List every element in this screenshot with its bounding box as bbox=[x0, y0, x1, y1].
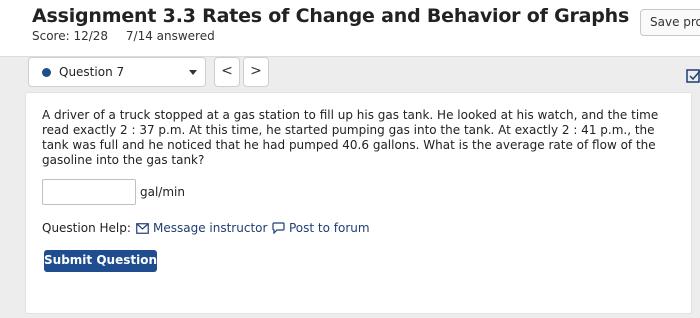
message-instructor-link[interactable]: Message instructor bbox=[136, 221, 267, 235]
question-status-dot bbox=[42, 68, 51, 77]
chevron-down-icon bbox=[189, 70, 197, 75]
answer-unit: gal/min bbox=[140, 185, 185, 199]
envelope-icon bbox=[136, 223, 149, 234]
question-text: A driver of a truck stopped at a gas sta… bbox=[42, 108, 659, 167]
post-to-forum-label: Post to forum bbox=[289, 221, 370, 235]
notepad-icon[interactable] bbox=[686, 68, 700, 84]
score-text: Score: 12/28 bbox=[32, 29, 109, 43]
save-progress-button[interactable]: Save progress bbox=[640, 9, 700, 36]
previous-question-button[interactable]: < bbox=[214, 57, 240, 87]
answered-count: 7/14 answered bbox=[125, 29, 215, 43]
question-selector[interactable]: Question 7 bbox=[28, 57, 206, 87]
speech-bubble-icon bbox=[272, 222, 285, 235]
assignment-title: Assignment 3.3 Rates of Change and Behav… bbox=[32, 5, 630, 27]
post-to-forum-link[interactable]: Post to forum bbox=[272, 221, 370, 235]
next-question-button[interactable]: > bbox=[243, 57, 269, 87]
answer-input[interactable] bbox=[42, 179, 136, 205]
score-row: Score: 12/28 7/14 answered bbox=[32, 29, 229, 43]
question-help-label: Question Help: bbox=[42, 221, 131, 235]
submit-question-button[interactable]: Submit Question bbox=[44, 250, 157, 272]
question-selector-label: Question 7 bbox=[59, 65, 125, 79]
message-instructor-label: Message instructor bbox=[153, 221, 268, 235]
assignment-header: Assignment 3.3 Rates of Change and Behav… bbox=[0, 0, 700, 56]
